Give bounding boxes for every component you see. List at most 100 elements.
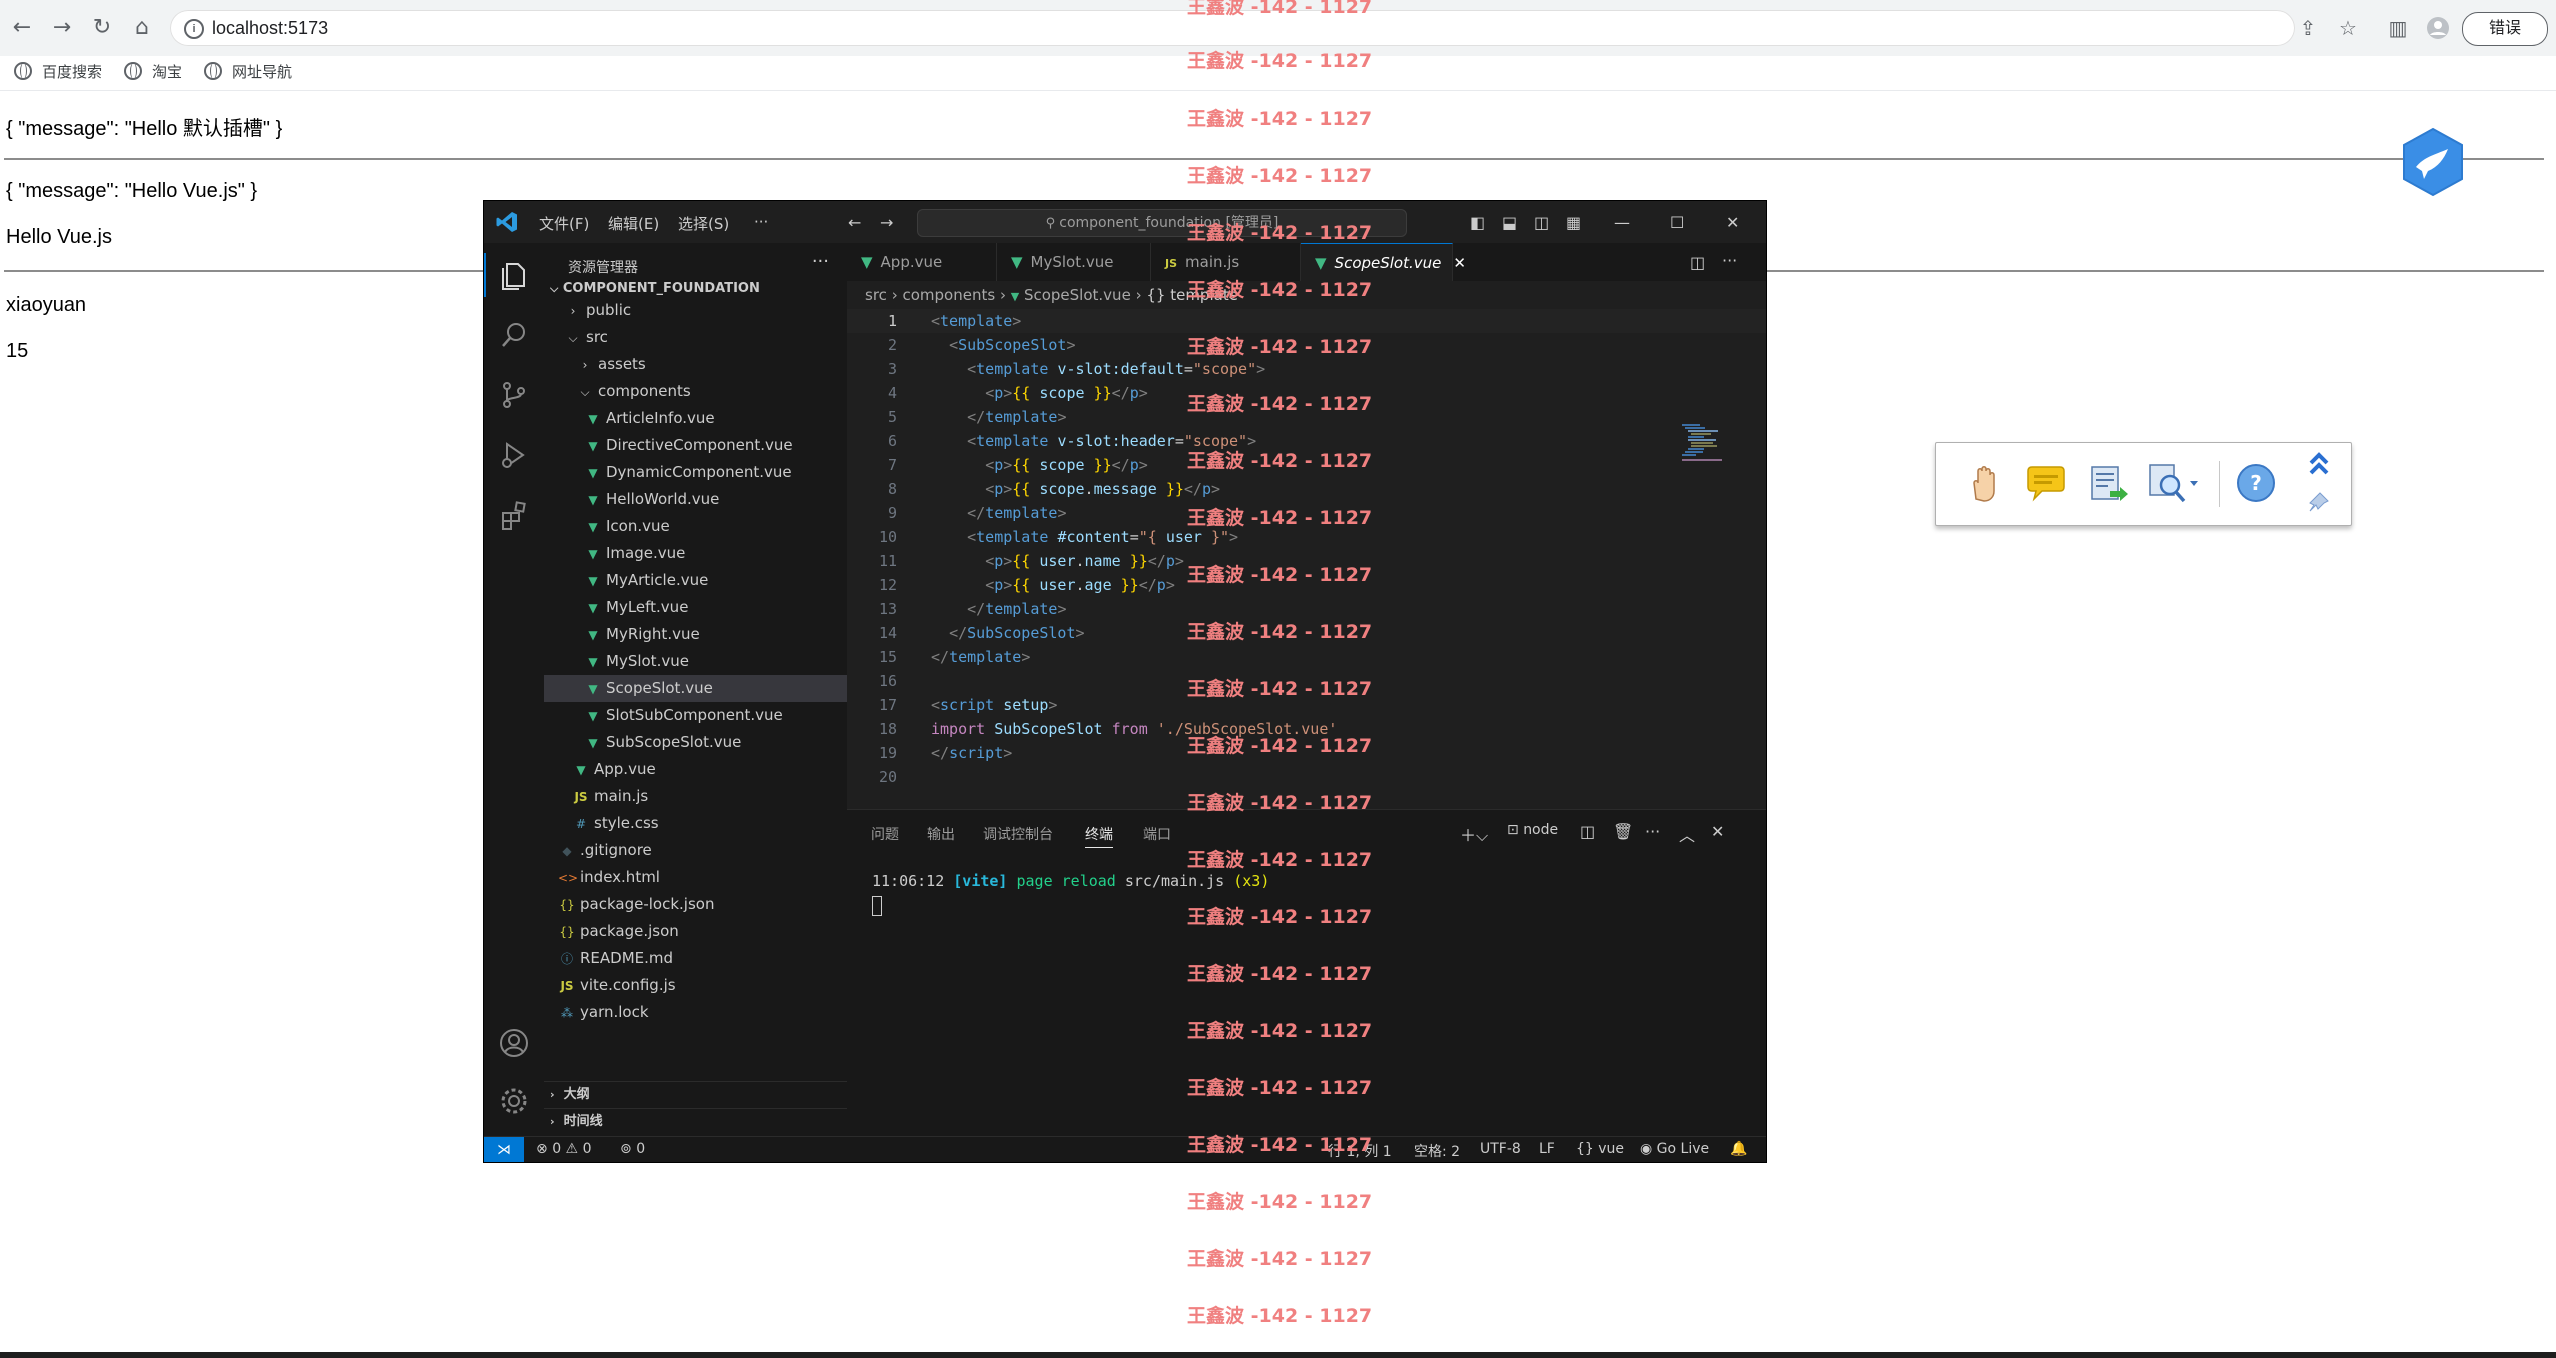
toggle-panel-icon[interactable]: ⬓ bbox=[1502, 213, 1517, 232]
nav-back-icon[interactable]: ← bbox=[848, 213, 861, 232]
minimize-icon[interactable]: — bbox=[1614, 213, 1630, 232]
document-export-icon[interactable] bbox=[2086, 461, 2130, 505]
tree-file[interactable]: {} package-lock.json bbox=[544, 891, 861, 918]
forward-icon[interactable]: → bbox=[46, 12, 78, 44]
status-indentation[interactable]: 空格: 2 bbox=[1414, 1141, 1460, 1161]
nav-forward-icon[interactable]: → bbox=[880, 213, 893, 232]
trash-icon[interactable]: 🗑 bbox=[1613, 822, 1633, 841]
status-cursor-position[interactable]: 行 1, 列 1 bbox=[1328, 1141, 1392, 1161]
customize-layout-icon[interactable]: ▦ bbox=[1566, 213, 1581, 232]
tree-file[interactable]: ▼ SlotSubComponent.vue bbox=[544, 702, 887, 729]
hand-icon[interactable] bbox=[1964, 461, 2008, 505]
new-terminal-icon[interactable]: ＋⌵ bbox=[1460, 822, 1488, 846]
bookmark-baidu[interactable]: 百度搜索 bbox=[14, 62, 102, 84]
breadcrumb-item[interactable]: {} template bbox=[1146, 286, 1238, 304]
tree-file[interactable]: <> index.html bbox=[544, 864, 861, 891]
editor-more-icon[interactable]: ··· bbox=[1722, 251, 1737, 270]
tab-app-vue[interactable]: ▼ App.vue bbox=[847, 243, 997, 281]
status-go-live[interactable]: ◉ Go Live bbox=[1640, 1141, 1709, 1157]
menu-more[interactable]: ··· bbox=[754, 213, 768, 231]
search-icon[interactable] bbox=[498, 319, 530, 351]
code-editor[interactable]: 1 <template> 2 <SubScopeSlot> 3 <template… bbox=[847, 309, 1766, 809]
toggle-secondary-sidebar-icon[interactable]: ◫ bbox=[1534, 213, 1549, 232]
tree-file[interactable]: ▼ HelloWorld.vue bbox=[544, 486, 887, 513]
maximize-panel-icon[interactable]: ︿ bbox=[1679, 822, 1695, 846]
terminal-shell-icon[interactable]: ⊡ node bbox=[1507, 822, 1558, 838]
project-root[interactable]: ⌵ COMPONENT_FOUNDATION bbox=[550, 281, 760, 296]
tree-file[interactable]: ◆ .gitignore bbox=[544, 837, 861, 864]
tree-folder-public[interactable]: › public bbox=[544, 297, 867, 324]
close-panel-icon[interactable]: ✕ bbox=[1711, 822, 1724, 841]
tree-file[interactable]: JS main.js bbox=[544, 783, 875, 810]
tree-file[interactable]: {} package.json bbox=[544, 918, 861, 945]
menu-edit[interactable]: 编辑(E) bbox=[608, 213, 659, 234]
split-editor-icon[interactable]: ◫ bbox=[1690, 253, 1705, 272]
status-problems[interactable]: ⊗ 0 ⚠ 0 bbox=[536, 1141, 591, 1157]
sidepanel-icon[interactable]: ▥ bbox=[2382, 12, 2414, 44]
close-window-icon[interactable]: ✕ bbox=[1726, 213, 1739, 232]
panel-tab-ports[interactable]: 端口 bbox=[1143, 824, 1171, 844]
remote-indicator-icon[interactable]: ⋊ bbox=[484, 1137, 524, 1162]
home-icon[interactable]: ⌂ bbox=[126, 12, 158, 44]
tab-scopeslot-vue[interactable]: ▼ ScopeSlot.vue ✕ bbox=[1301, 243, 1466, 281]
help-icon[interactable]: ? bbox=[2234, 461, 2278, 505]
status-language[interactable]: {} vue bbox=[1576, 1141, 1624, 1157]
profile-icon[interactable] bbox=[2422, 12, 2454, 44]
tree-file[interactable]: ▼ MySlot.vue bbox=[544, 648, 887, 675]
tree-file-selected[interactable]: ▼ ScopeSlot.vue bbox=[544, 675, 887, 702]
tab-close-icon[interactable]: ✕ bbox=[1453, 254, 1466, 272]
pin-icon[interactable] bbox=[2306, 489, 2332, 515]
tree-file[interactable]: ▼ SubScopeSlot.vue bbox=[544, 729, 887, 756]
outline-section[interactable]: › 大纲 bbox=[544, 1081, 853, 1108]
tree-folder-src[interactable]: ⌵ src bbox=[544, 324, 867, 351]
tab-main-js[interactable]: JS main.js bbox=[1151, 243, 1301, 281]
bookmark-nav[interactable]: 网址导航 bbox=[204, 62, 292, 84]
tree-file[interactable]: JS vite.config.js bbox=[544, 972, 861, 999]
explorer-icon[interactable] bbox=[498, 259, 530, 291]
tree-file[interactable]: ▼ DirectiveComponent.vue bbox=[544, 432, 887, 459]
tree-file[interactable]: ▼ MyArticle.vue bbox=[544, 567, 887, 594]
breadcrumb-item[interactable]: components bbox=[902, 286, 995, 304]
tree-folder-components[interactable]: ⌵ components bbox=[544, 378, 879, 405]
tree-file[interactable]: ⓘ README.md bbox=[544, 945, 861, 972]
tree-file[interactable]: ▼ ArticleInfo.vue bbox=[544, 405, 887, 432]
address-bar[interactable]: i localhost:5173 bbox=[170, 10, 2295, 46]
status-eol[interactable]: LF bbox=[1539, 1141, 1555, 1157]
tree-file[interactable]: ▼ MyLeft.vue bbox=[544, 594, 887, 621]
tree-file[interactable]: ⁂ yarn.lock bbox=[544, 999, 861, 1026]
comment-icon[interactable] bbox=[2024, 461, 2068, 505]
notifications-bell-icon[interactable]: 🔔 bbox=[1730, 1141, 1747, 1157]
panel-tab-terminal[interactable]: 终端 bbox=[1085, 824, 1113, 848]
command-center-search[interactable]: ⚲ component_foundation [管理员] bbox=[917, 209, 1407, 237]
collapse-icon[interactable] bbox=[2304, 449, 2334, 479]
status-encoding[interactable]: UTF-8 bbox=[1480, 1141, 1521, 1157]
tree-folder-assets[interactable]: › assets bbox=[544, 351, 879, 378]
floating-bird-icon[interactable] bbox=[2398, 127, 2468, 197]
error-button[interactable]: 错误 bbox=[2462, 12, 2548, 46]
timeline-section[interactable]: › 时间线 bbox=[544, 1108, 853, 1135]
bookmark-star-icon[interactable]: ☆ bbox=[2332, 12, 2364, 44]
tree-file[interactable]: ▼ DynamicComponent.vue bbox=[544, 459, 887, 486]
menu-selection[interactable]: 选择(S) bbox=[678, 213, 729, 234]
panel-tab-debug-console[interactable]: 调试控制台 bbox=[983, 824, 1053, 844]
maximize-icon[interactable]: ☐ bbox=[1670, 213, 1684, 232]
status-ports[interactable]: ⊚ 0 bbox=[620, 1141, 645, 1157]
manage-gear-icon[interactable] bbox=[498, 1085, 530, 1117]
site-info-icon[interactable]: i bbox=[184, 19, 204, 39]
tree-file[interactable]: ▼ App.vue bbox=[544, 756, 875, 783]
extensions-icon[interactable] bbox=[498, 499, 530, 531]
split-terminal-icon[interactable]: ◫ bbox=[1580, 822, 1595, 841]
panel-more-icon[interactable]: ··· bbox=[1645, 822, 1660, 841]
back-icon[interactable]: ← bbox=[6, 12, 38, 44]
explorer-more-icon[interactable]: ··· bbox=[812, 251, 829, 272]
minimap[interactable] bbox=[1682, 424, 1726, 464]
menu-file[interactable]: 文件(F) bbox=[539, 213, 589, 234]
share-icon[interactable]: ⇪ bbox=[2292, 12, 2324, 44]
search-document-icon[interactable] bbox=[2146, 461, 2198, 505]
toggle-sidebar-icon[interactable]: ◧ bbox=[1470, 213, 1485, 232]
breadcrumb-item[interactable]: src bbox=[865, 286, 887, 304]
source-control-icon[interactable] bbox=[498, 379, 530, 411]
bookmark-taobao[interactable]: 淘宝 bbox=[124, 62, 182, 84]
tab-myslot-vue[interactable]: ▼ MySlot.vue bbox=[997, 243, 1151, 281]
accounts-icon[interactable] bbox=[498, 1027, 530, 1059]
